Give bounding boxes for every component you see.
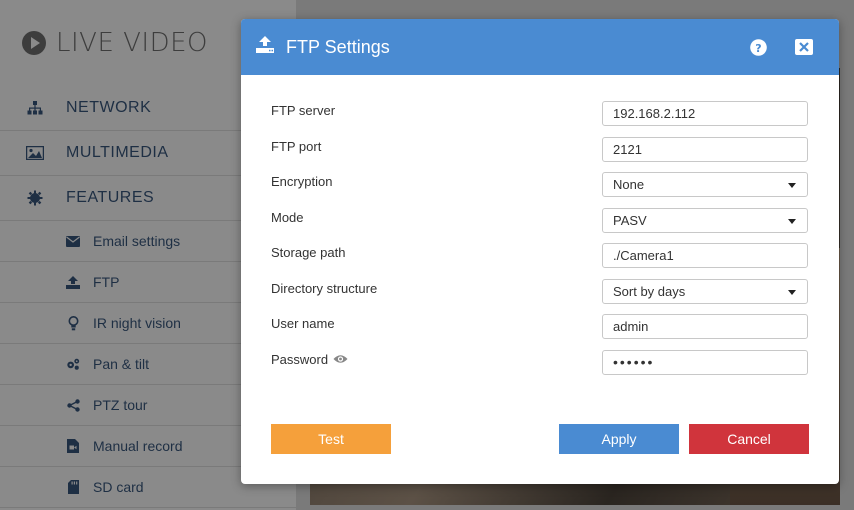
app-logo: LIVE VIDEO: [22, 26, 208, 60]
ftp-port-input[interactable]: 2121: [602, 136, 808, 162]
password-label: Password: [271, 351, 329, 367]
file-video-icon: [66, 439, 80, 453]
sidebar-subitem-label: Manual record: [93, 438, 183, 454]
image-icon: [26, 145, 44, 161]
sidebar-subitem-label: PTZ tour: [93, 397, 148, 413]
dialog-header: FTP Settings ?: [241, 19, 839, 75]
play-icon: [22, 31, 46, 55]
form-row-ftp-port: FTP port 2121: [271, 135, 808, 171]
mode-label: Mode: [271, 209, 304, 225]
password-label-group: Password: [271, 352, 348, 367]
cogs-icon: [66, 357, 80, 371]
encryption-label: Encryption: [271, 174, 333, 189]
sd-card-icon: [66, 480, 80, 494]
ftp-port-label: FTP port: [271, 138, 322, 154]
form-row-ftp-server: FTP server 192.168.2.112: [271, 99, 808, 135]
ftp-settings-dialog: FTP Settings ? FTP server 192.168.2.112 …: [241, 19, 839, 484]
upload-icon: [66, 275, 80, 289]
form-row-mode: Mode PASV: [271, 206, 808, 242]
sidebar-item-label: NETWORK: [66, 99, 152, 116]
user-name-input[interactable]: admin: [602, 314, 808, 339]
form-row-user-name: User name admin: [271, 312, 808, 348]
app-title: LIVE VIDEO: [56, 28, 208, 58]
cancel-button[interactable]: Cancel: [689, 424, 809, 454]
password-input[interactable]: ••••••: [602, 349, 808, 375]
form-row-directory-structure: Directory structure Sort by days: [271, 277, 808, 313]
close-icon[interactable]: [795, 38, 813, 56]
test-button[interactable]: Test: [271, 424, 391, 454]
storage-path-label: Storage path: [271, 245, 346, 260]
form-row-encryption: Encryption None: [271, 170, 808, 206]
dialog-title: FTP Settings: [286, 36, 390, 57]
form-row-storage-path: Storage path ./Camera1: [271, 241, 808, 277]
share-icon: [66, 398, 80, 412]
sidebar-subitem-label: FTP: [93, 274, 120, 290]
envelope-icon: [66, 234, 80, 248]
apply-button[interactable]: Apply: [559, 424, 679, 454]
directory-structure-label: Directory structure: [271, 280, 378, 296]
svg-text:?: ?: [755, 42, 761, 55]
sidebar-subitem-label: SD card: [93, 479, 144, 495]
gear-icon: [26, 190, 44, 206]
sidebar-item-label: FEATURES: [66, 189, 155, 206]
form-row-password: Password ••••••: [271, 348, 808, 384]
directory-structure-select[interactable]: Sort by days: [602, 278, 808, 304]
sidebar-subitem-label: IR night vision: [93, 315, 181, 331]
lightbulb-icon: [66, 315, 80, 330]
storage-path-input[interactable]: ./Camera1: [602, 243, 808, 268]
upload-icon: [256, 36, 274, 58]
network-icon: [26, 100, 44, 116]
sidebar-subitem-label: Email settings: [93, 233, 181, 249]
ftp-server-input[interactable]: 192.168.2.112: [602, 101, 808, 126]
user-name-label: User name: [271, 316, 335, 331]
eye-icon[interactable]: [333, 354, 348, 364]
sidebar-subitem-label: Pan & tilt: [93, 356, 150, 372]
ftp-server-label: FTP server: [271, 103, 336, 118]
help-icon[interactable]: ?: [749, 38, 767, 56]
sidebar-item-label: MULTIMEDIA: [66, 144, 169, 161]
ftp-settings-form: FTP server 192.168.2.112 FTP port 2121 E…: [271, 99, 808, 383]
encryption-select[interactable]: None: [602, 172, 808, 197]
mode-select[interactable]: PASV: [602, 207, 808, 233]
